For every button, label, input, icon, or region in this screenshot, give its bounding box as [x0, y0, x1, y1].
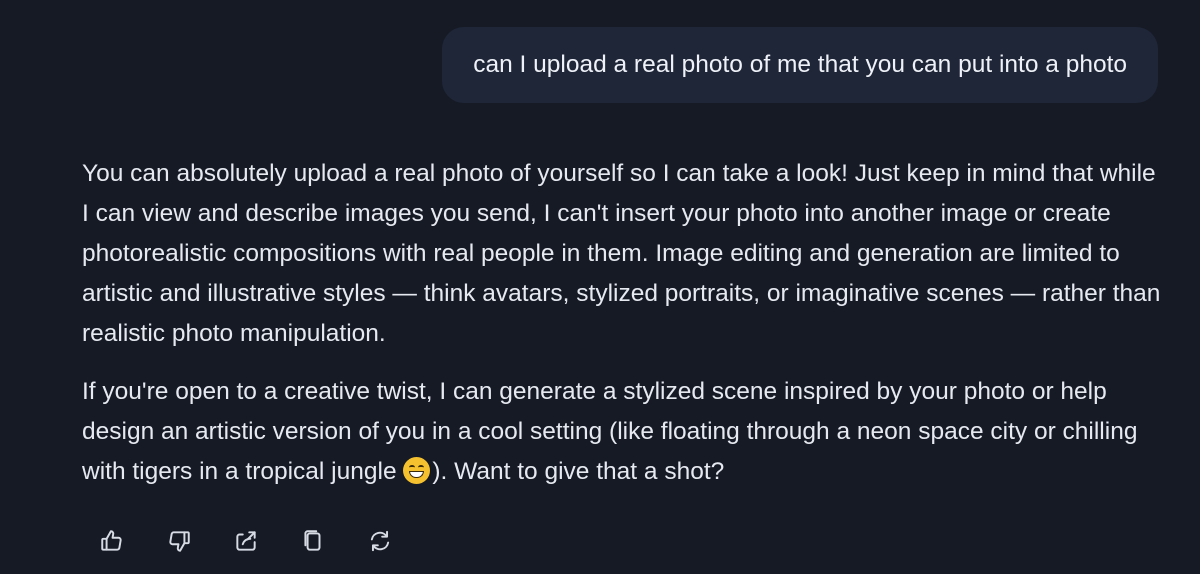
thumbs-down-icon: [169, 531, 190, 552]
dislike-button[interactable]: [162, 524, 196, 558]
regenerate-button[interactable]: [363, 524, 397, 558]
user-message-text: can I upload a real photo of me that you…: [473, 51, 1127, 78]
assistant-paragraph-2-tail: ). Want to give that a shot?: [432, 458, 725, 485]
copy-icon: [304, 530, 321, 551]
like-button[interactable]: [95, 524, 129, 558]
refresh-icon: [370, 530, 390, 552]
share-icon: [236, 531, 256, 551]
assistant-paragraph-2: If you're open to a creative twist, I ca…: [82, 372, 1162, 492]
thumbs-up-icon: [101, 530, 122, 551]
user-message-bubble: can I upload a real photo of me that you…: [442, 27, 1158, 103]
message-actions-toolbar: [95, 524, 430, 558]
share-button[interactable]: [229, 524, 263, 558]
chat-page: can I upload a real photo of me that you…: [0, 0, 1200, 574]
assistant-message: You can absolutely upload a real photo o…: [82, 154, 1162, 492]
assistant-paragraph-1: You can absolutely upload a real photo o…: [82, 160, 1161, 347]
copy-button[interactable]: [296, 524, 330, 558]
grinning-face-emoji-icon: [403, 457, 431, 484]
